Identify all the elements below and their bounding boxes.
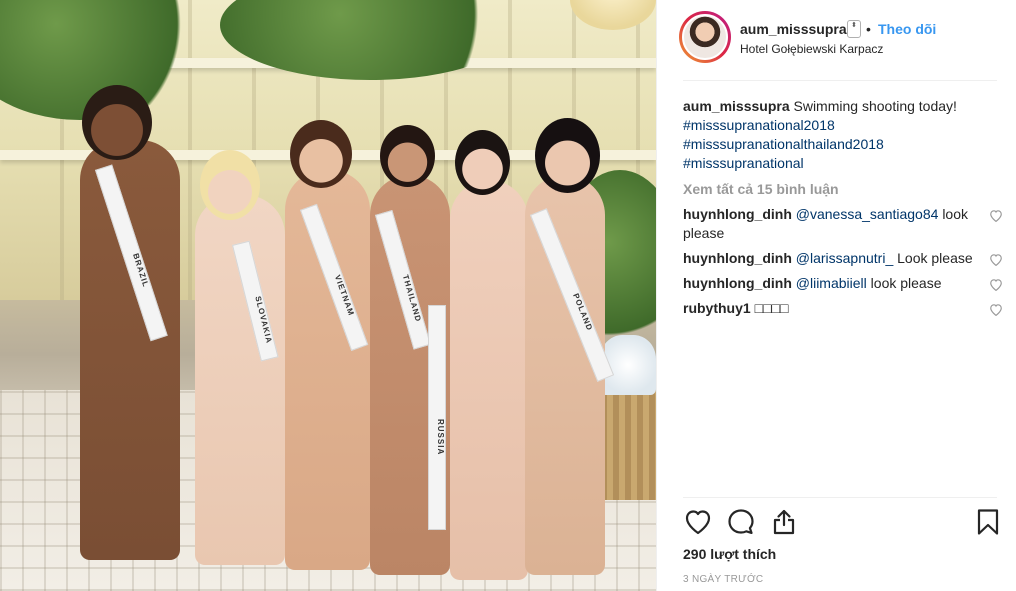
photo-person bbox=[285, 170, 370, 570]
caption-text: Swimming shooting today! bbox=[793, 98, 957, 114]
comment-text: □□□□ bbox=[754, 300, 789, 316]
post-photo[interactable]: BRAZIL SLOVAKIA VIETNAM THAILAND RUSSIA … bbox=[0, 0, 656, 591]
header-divider bbox=[683, 80, 997, 81]
comment-text: Look please bbox=[897, 250, 973, 266]
comment-username[interactable]: rubythuy1 bbox=[683, 300, 751, 316]
follow-button[interactable]: Theo dõi bbox=[878, 21, 936, 37]
share-icon[interactable] bbox=[769, 507, 799, 537]
post-location[interactable]: Hotel Gołębiewski Karpacz bbox=[740, 42, 883, 56]
comment-item: huynhlong_dinh @liimabiiell look please bbox=[683, 274, 1003, 293]
post-header: aum_misssupra ⬍ • Theo dõi Hotel Gołębie… bbox=[657, 0, 1016, 80]
comment-item: huynhlong_dinh @larissapnutri_ Look plea… bbox=[683, 249, 1003, 268]
view-all-comments-link[interactable]: Xem tất cả 15 bình luận bbox=[683, 180, 1003, 199]
hashtag-link[interactable]: #misssupranational2018 bbox=[683, 116, 1003, 135]
post-caption: aum_misssupra Swimming shooting today! #… bbox=[683, 97, 1003, 173]
comments-section: aum_misssupra Swimming shooting today! #… bbox=[683, 97, 1003, 318]
avatar-image bbox=[682, 14, 728, 60]
separator-dot: • bbox=[866, 21, 871, 37]
heart-icon[interactable] bbox=[989, 303, 1003, 316]
hashtag-link[interactable]: #misssupranational bbox=[683, 154, 1003, 173]
avatar[interactable] bbox=[679, 11, 731, 63]
heart-icon[interactable] bbox=[989, 278, 1003, 291]
photo-person-head bbox=[455, 130, 510, 195]
actions-divider bbox=[683, 497, 997, 498]
comment-text: look please bbox=[870, 275, 942, 291]
comment-item: huynhlong_dinh @vanessa_santiago84 look … bbox=[683, 205, 1003, 243]
comment-mention[interactable]: @vanessa_santiago84 bbox=[796, 206, 939, 222]
photo-person-head bbox=[200, 150, 260, 220]
photo-person bbox=[450, 180, 528, 580]
bookmark-icon[interactable] bbox=[973, 507, 1003, 537]
comment-username[interactable]: huynhlong_dinh bbox=[683, 206, 792, 222]
comment-username[interactable]: huynhlong_dinh bbox=[683, 275, 792, 291]
comment-item: rubythuy1 □□□□ bbox=[683, 299, 1003, 318]
comment-mention[interactable]: @larissapnutri_ bbox=[796, 250, 893, 266]
heart-icon[interactable] bbox=[989, 253, 1003, 266]
post-side-panel: aum_misssupra ⬍ • Theo dõi Hotel Gołębie… bbox=[657, 0, 1016, 591]
photo-person-head bbox=[535, 118, 600, 193]
hashtag-link[interactable]: #misssupranationalthailand2018 bbox=[683, 135, 1003, 154]
photo-person bbox=[80, 140, 180, 560]
comment-icon[interactable] bbox=[726, 507, 756, 537]
photo-person-head bbox=[380, 125, 435, 187]
post-username[interactable]: aum_misssupra bbox=[740, 21, 847, 37]
post-actions-bar bbox=[683, 507, 1003, 539]
heart-icon[interactable] bbox=[989, 209, 1003, 222]
photo-sash: RUSSIA bbox=[428, 305, 446, 530]
caption-username[interactable]: aum_misssupra bbox=[683, 98, 790, 114]
comment-username[interactable]: huynhlong_dinh bbox=[683, 250, 792, 266]
photo-person bbox=[525, 175, 605, 575]
comment-mention[interactable]: @liimabiiell bbox=[796, 275, 867, 291]
photo-person-head bbox=[290, 120, 352, 188]
likes-count[interactable]: 290 lượt thích bbox=[683, 546, 776, 562]
verified-icon: ⬍ bbox=[847, 20, 861, 38]
heart-icon[interactable] bbox=[683, 507, 713, 537]
photo-person-head bbox=[82, 85, 152, 160]
post-timestamp[interactable]: 3 NGÀY TRƯỚC bbox=[683, 574, 763, 585]
